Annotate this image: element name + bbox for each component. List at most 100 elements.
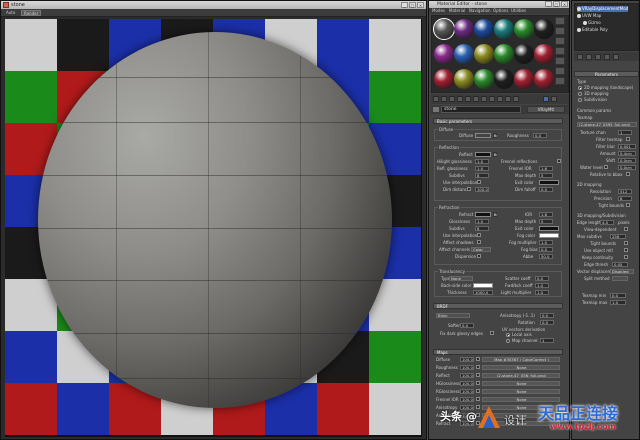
backlight-icon[interactable] <box>555 27 565 35</box>
use-interpolation-checkbox[interactable] <box>477 180 481 184</box>
thickness-field[interactable]: 1000.0 <box>473 290 493 295</box>
texmap-min-field[interactable]: 0.0 <box>610 293 626 298</box>
tight-bounds-checkbox[interactable] <box>626 203 630 207</box>
ior-field[interactable]: 1.6 <box>539 212 553 217</box>
shift-field[interactable]: 0.0cm <box>618 158 636 163</box>
material-slot[interactable] <box>534 19 554 39</box>
material-id-icon[interactable] <box>481 96 487 102</box>
local-axis-radio[interactable] <box>506 333 510 337</box>
material-slot[interactable] <box>454 44 474 64</box>
filter-texmap-checkbox[interactable] <box>626 137 630 141</box>
map-row-button[interactable]: None <box>482 381 560 386</box>
map-channel-field[interactable]: 1 <box>540 338 554 343</box>
menu-options[interactable]: Options <box>493 8 508 14</box>
minimize-icon[interactable]: _ <box>545 1 552 7</box>
dim-distance-checkbox[interactable] <box>467 187 471 191</box>
max-subdivs-field[interactable]: 256 <box>610 234 626 239</box>
video-check-icon[interactable] <box>555 57 565 65</box>
menu-utilities[interactable]: Utilities <box>511 8 526 14</box>
toolbar-render-button[interactable]: Render <box>21 10 42 16</box>
material-slot[interactable] <box>454 69 474 89</box>
split-method-dropdown[interactable] <box>612 276 628 281</box>
pick-material-icon[interactable] <box>543 96 549 102</box>
rollout-maps[interactable]: Maps <box>433 349 563 355</box>
background-icon[interactable] <box>555 37 565 45</box>
configure-modifier-sets-icon[interactable] <box>613 54 619 60</box>
diffuse-map-button[interactable]: M <box>493 133 497 138</box>
water-level-field[interactable]: 0.0cm <box>618 165 636 170</box>
material-slot[interactable] <box>454 19 474 39</box>
tight-bounds-3d-checkbox[interactable] <box>624 241 628 245</box>
type-subdivision-radio[interactable] <box>578 98 582 102</box>
material-type-button[interactable]: VRayMtl <box>527 106 565 113</box>
translucency-type-dropdown[interactable]: None <box>449 276 473 281</box>
fix-dark-glossy-checkbox[interactable] <box>490 331 494 335</box>
maximize-icon[interactable]: □ <box>409 2 416 8</box>
map-row-button[interactable]: Map #35367 ( ColorCorrect ) <box>482 357 560 362</box>
menu-material[interactable]: Material <box>449 8 465 14</box>
reflect-map-button[interactable]: M <box>493 152 497 157</box>
map-row-amount[interactable]: 100.0 <box>460 381 474 386</box>
rollout-brdf[interactable]: BRDF <box>433 303 563 309</box>
go-to-parent-icon[interactable] <box>505 96 511 102</box>
pin-stack-icon[interactable] <box>577 54 583 60</box>
texmap-button[interactable]: (2-stone-47_0495_full.png) <box>577 122 637 127</box>
menu-navigation[interactable]: Navigation <box>469 8 491 14</box>
make-unique-icon[interactable] <box>465 96 471 102</box>
map-row-checkbox[interactable] <box>476 389 480 393</box>
reflect-color-swatch[interactable] <box>475 152 491 157</box>
subdivs-field[interactable]: 8 <box>475 173 489 178</box>
anisotropy-field[interactable]: 0.0 <box>540 313 554 318</box>
assign-to-selection-icon[interactable] <box>449 96 455 102</box>
fresnel-reflections-checkbox[interactable] <box>557 159 561 163</box>
put-to-scene-icon[interactable] <box>441 96 447 102</box>
menu-modes[interactable]: Modes <box>432 8 445 14</box>
texmap-max-field[interactable]: 1.0 <box>610 300 626 305</box>
diffuse-color-swatch[interactable] <box>475 133 491 138</box>
material-slot[interactable] <box>534 44 554 64</box>
refract-map-button[interactable]: M <box>493 212 497 217</box>
material-name-field[interactable]: stone <box>441 106 521 113</box>
put-to-library-icon[interactable] <box>473 96 479 102</box>
material-slot[interactable] <box>474 19 494 39</box>
amount-field[interactable]: 0.4cm <box>618 151 636 156</box>
map-row-button[interactable]: (2-stone-47_05N_full.png) <box>482 373 560 378</box>
soften-field[interactable]: 0.0 <box>460 323 474 328</box>
rotation-field[interactable]: 0.0 <box>540 320 554 325</box>
reset-map-icon[interactable] <box>457 96 463 102</box>
material-slot[interactable] <box>474 69 494 89</box>
map-row-button[interactable]: None <box>482 389 560 394</box>
bulb-icon[interactable] <box>577 14 581 18</box>
fog-multiplier-field[interactable]: 1.0 <box>539 240 553 245</box>
keep-continuity-checkbox[interactable] <box>624 255 628 259</box>
material-slot[interactable] <box>514 19 534 39</box>
map-row-checkbox[interactable] <box>476 357 480 361</box>
make-preview-icon[interactable] <box>555 67 565 75</box>
filter-blur-field[interactable]: 0.001 <box>618 144 636 149</box>
vector-displacement-dropdown[interactable]: Disabled <box>610 269 634 274</box>
bulb-icon[interactable] <box>583 21 587 25</box>
fog-color-swatch[interactable] <box>539 233 559 238</box>
rollout-parameters[interactable]: Parameters <box>574 71 639 77</box>
modifier-stack-item[interactable]: VRayDisplacementMod <box>577 6 629 12</box>
brdf-type-dropdown[interactable]: Blinn <box>436 313 470 318</box>
bulb-icon[interactable] <box>577 28 581 32</box>
material-slot[interactable] <box>494 44 514 64</box>
fresnel-ior-field[interactable]: 1.6 <box>539 166 553 171</box>
material-slot[interactable] <box>534 69 554 89</box>
material-slot[interactable] <box>494 69 514 89</box>
material-slot[interactable] <box>514 44 534 64</box>
map-row-amount[interactable]: 100.0 <box>460 373 474 378</box>
refr-exit-color-swatch[interactable] <box>539 226 559 231</box>
close-icon[interactable]: × <box>561 1 568 7</box>
eyedropper-icon[interactable] <box>433 107 439 112</box>
refr-use-interpolation-checkbox[interactable] <box>477 233 481 237</box>
fwd-bck-coeff-field[interactable]: 1.0 <box>535 283 549 288</box>
bulb-icon[interactable] <box>577 7 581 11</box>
show-end-result-icon[interactable] <box>497 96 503 102</box>
refr-subdivs-field[interactable]: 8 <box>475 226 489 231</box>
toolbar-auto-button[interactable]: Auto <box>4 10 17 16</box>
material-slot[interactable] <box>494 19 514 39</box>
type-2d-radio[interactable] <box>578 86 582 90</box>
show-end-result-icon[interactable] <box>586 54 592 60</box>
